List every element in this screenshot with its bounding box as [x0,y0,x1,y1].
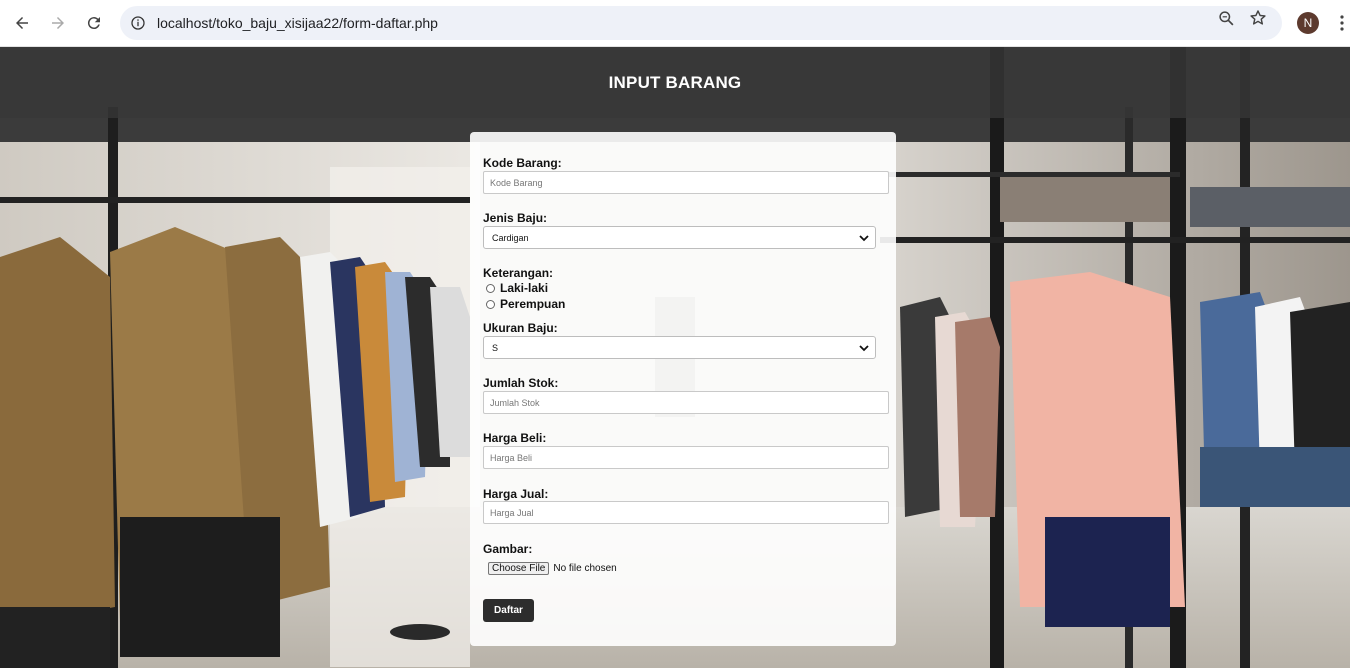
jumlah-stok-input[interactable] [483,391,889,414]
radio-label-laki-laki: Laki-laki [500,281,549,295]
forward-button[interactable] [43,8,73,38]
reload-icon [87,17,100,30]
jumlah-stok-label: Jumlah Stok: [483,376,559,390]
radio-label-perempuan: Perempuan [500,297,566,311]
back-button[interactable] [7,8,37,38]
choose-file-button[interactable]: Choose File [488,562,550,575]
radio-option-laki-laki[interactable]: Laki-laki [486,281,548,295]
address-bar[interactable]: localhost/toko_baju_xisijaa22/form-dafta… [120,6,1282,40]
page-viewport: INPUT BARANG Kode Barang: Jenis Baju: Ca… [0,47,1350,668]
bookmark-star-icon[interactable] [1248,8,1268,28]
keterangan-label: Keterangan: [483,266,554,280]
gambar-label: Gambar: [483,542,533,556]
kode-barang-input[interactable] [483,171,889,194]
back-arrow-icon [16,17,28,29]
ukuran-baju-selected-value: S [492,343,499,353]
daftar-submit-button[interactable]: Daftar [483,599,534,622]
profile-avatar[interactable]: N [1297,12,1319,34]
ukuran-baju-select[interactable]: S [483,336,876,359]
harga-jual-label: Harga Jual: [483,487,549,501]
harga-jual-input[interactable] [483,501,889,524]
browser-toolbar: localhost/toko_baju_xisijaa22/form-dafta… [0,0,1350,47]
input-barang-form: Kode Barang: Jenis Baju: Cardigan Ketera… [470,132,896,646]
url-text[interactable]: localhost/toko_baju_xisijaa22/form-dafta… [157,15,438,31]
jenis-baju-label: Jenis Baju: [483,211,548,225]
chevron-down-icon [859,235,869,242]
kode-barang-label: Kode Barang: [483,156,562,170]
chevron-down-icon [859,345,869,352]
harga-beli-label: Harga Beli: [483,431,547,445]
forward-arrow-icon [52,17,64,29]
reload-button[interactable] [79,8,109,38]
page-title: INPUT BARANG [608,72,742,92]
radio-option-perempuan[interactable]: Perempuan [486,297,565,311]
menu-kebab-icon[interactable] [1334,12,1350,34]
jenis-baju-selected-value: Cardigan [492,233,529,243]
gambar-file-input[interactable]: Choose File No file chosen [488,562,617,575]
file-status-text: No file chosen [553,563,617,574]
radio-button[interactable] [486,283,495,293]
radio-button[interactable] [486,299,495,309]
ukuran-baju-label: Ukuran Baju: [483,321,558,335]
page-header: INPUT BARANG [0,47,1350,118]
zoom-icon[interactable] [1216,8,1236,28]
jenis-baju-select[interactable]: Cardigan [483,226,876,249]
harga-beli-input[interactable] [483,446,889,469]
site-info-icon[interactable] [128,13,148,33]
